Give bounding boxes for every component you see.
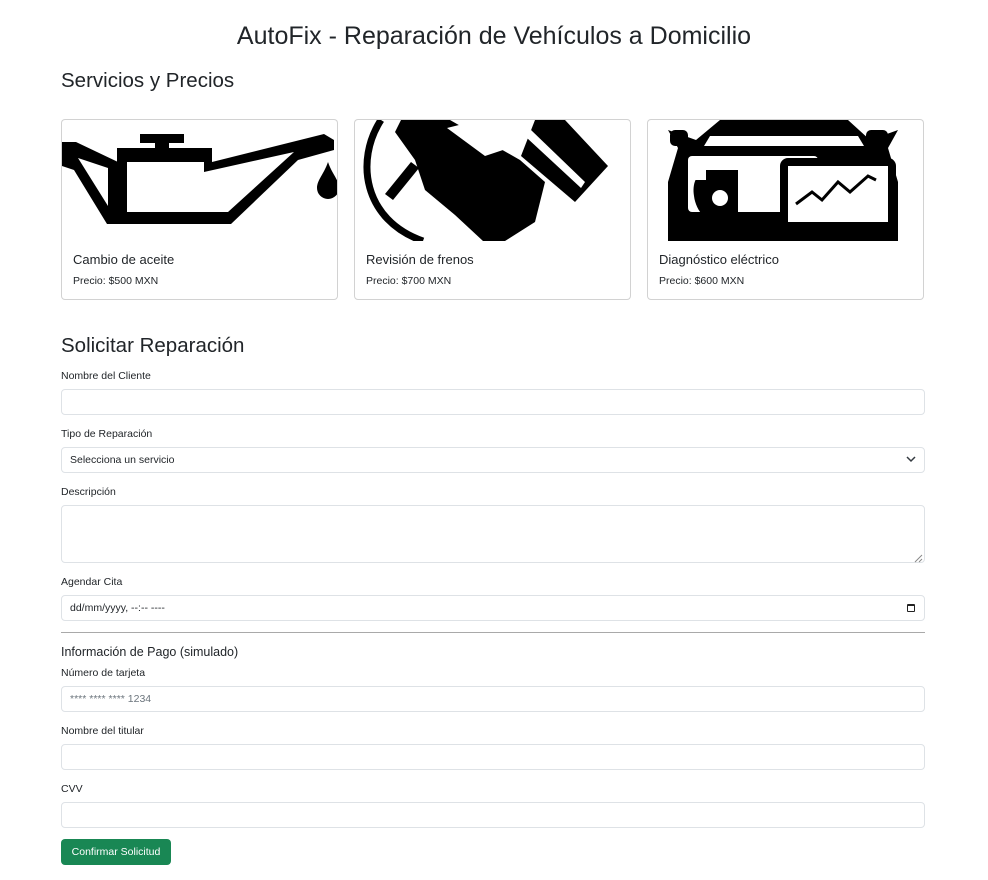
- resize-handle-icon[interactable]: [913, 550, 923, 563]
- service-card-electrical-diagnostic: Diagnóstico eléctrico Precio: $600 MXN: [647, 119, 924, 300]
- repair-type-selected: Selecciona un servicio: [70, 454, 175, 466]
- page-title: AutoFix - Reparación de Vehículos a Domi…: [236, 22, 752, 50]
- appointment-label: Agendar Cita: [61, 576, 123, 588]
- calendar-icon[interactable]: [907, 604, 915, 612]
- repair-type-select[interactable]: Selecciona un servicio: [61, 447, 925, 473]
- card-number-label: Número de tarjeta: [61, 667, 146, 679]
- client-name-input[interactable]: [61, 389, 925, 415]
- oil-can-icon: [62, 120, 337, 241]
- service-title: Revisión de frenos: [366, 252, 474, 267]
- brake-check-icon: [355, 120, 630, 241]
- chevron-down-icon: [906, 455, 916, 466]
- description-textarea[interactable]: [61, 505, 925, 563]
- client-name-label: Nombre del Cliente: [61, 370, 151, 382]
- service-title: Diagnóstico eléctrico: [659, 252, 779, 267]
- appointment-value: dd/mm/yyyy, --:-- ----: [70, 602, 165, 614]
- card-number-input[interactable]: [61, 686, 925, 712]
- holder-name-input[interactable]: [61, 744, 925, 770]
- section-divider: [61, 632, 925, 633]
- appointment-datetime-input[interactable]: dd/mm/yyyy, --:-- ----: [61, 595, 925, 621]
- cvv-input[interactable]: [61, 802, 925, 828]
- cvv-label: CVV: [61, 783, 83, 795]
- service-title: Cambio de aceite: [73, 252, 175, 267]
- service-price: Precio: $600 MXN: [659, 275, 745, 287]
- service-card-brake-check: Revisión de frenos Precio: $700 MXN: [354, 119, 631, 300]
- repair-type-label: Tipo de Reparación: [61, 428, 153, 440]
- payment-heading: Información de Pago (simulado): [61, 645, 239, 659]
- confirm-request-button[interactable]: Confirmar Solicitud: [61, 839, 171, 865]
- car-diagnostic-icon: [648, 120, 923, 241]
- holder-name-label: Nombre del titular: [61, 725, 144, 737]
- services-heading: Servicios y Precios: [61, 69, 235, 92]
- service-price: Precio: $500 MXN: [73, 275, 159, 287]
- description-label: Descripción: [61, 486, 116, 498]
- service-price: Precio: $700 MXN: [366, 275, 452, 287]
- request-heading: Solicitar Reparación: [61, 334, 245, 357]
- service-card-oil-change: Cambio de aceite Precio: $500 MXN: [61, 119, 338, 300]
